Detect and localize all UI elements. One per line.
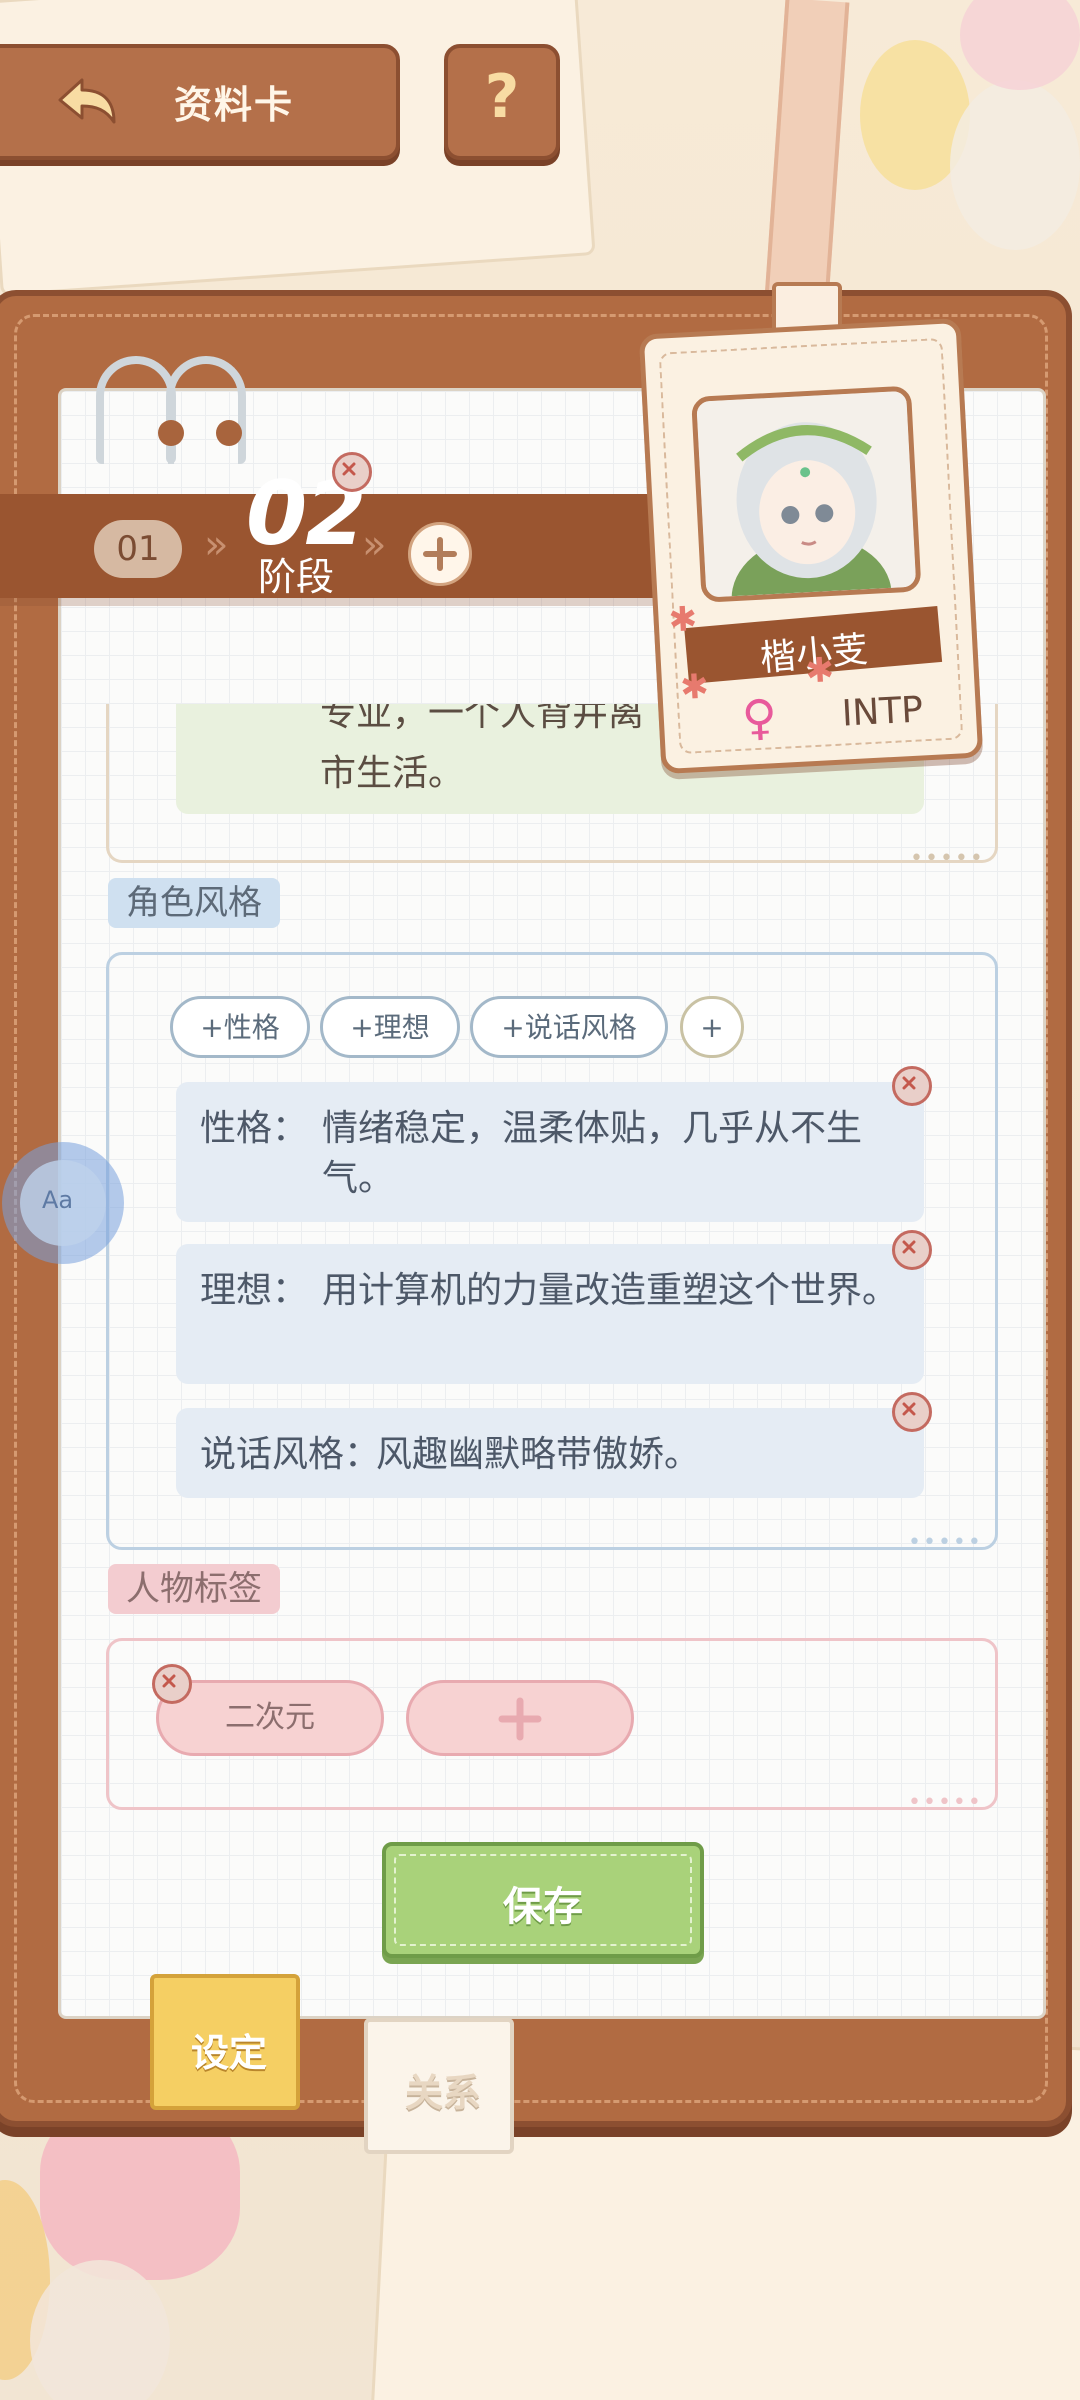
star-icon: ✱: [679, 666, 710, 709]
chevron-right-icon: »: [362, 522, 387, 568]
add-speech-style-chip[interactable]: +说话风格: [470, 996, 668, 1058]
stage-current-label: 阶段: [258, 555, 335, 599]
plus-icon: [498, 1697, 542, 1741]
back-arrow-icon: [58, 78, 116, 124]
trait-value: 用计算机的力量改造重塑这个世界。: [322, 1270, 899, 1311]
binder-ring: [96, 356, 176, 464]
delete-trait-icon[interactable]: [892, 1066, 932, 1106]
add-ideal-chip[interactable]: +理想: [320, 996, 460, 1058]
tab-relations-label: 关系: [404, 2071, 481, 2115]
back-button[interactable]: 资料卡: [0, 44, 400, 160]
save-button-label: 保存: [503, 1884, 583, 1930]
delete-stage-icon[interactable]: [332, 452, 372, 492]
character-portrait-image: [696, 390, 917, 603]
intro-text: 市生活。: [320, 753, 465, 794]
save-button[interactable]: 保存: [382, 1842, 704, 1958]
plus-icon: [423, 537, 457, 571]
trait-item[interactable]: 说话风格： 风趣幽默略带傲娇。: [176, 1408, 924, 1498]
avatar: [691, 385, 922, 603]
back-button-label: 资料卡: [174, 83, 295, 127]
add-custom-chip[interactable]: +: [680, 996, 744, 1058]
stage-tab-prev[interactable]: 01: [94, 520, 182, 578]
delete-trait-icon[interactable]: [892, 1230, 932, 1270]
lanyard-strap: [764, 0, 850, 302]
female-gender-icon: ♀: [740, 689, 779, 747]
trait-value: 风趣幽默略带傲娇。: [376, 1434, 701, 1475]
flower-pink: [960, 0, 1080, 90]
add-stage-button[interactable]: [408, 522, 472, 586]
text-zoom-icon: Aa: [42, 1186, 74, 1214]
flower-pink-bottom: [40, 2100, 240, 2280]
mbti-type: INTP: [840, 689, 925, 735]
trait-key: 性格：: [200, 1108, 309, 1149]
balloon-cream: [30, 2260, 170, 2400]
intro-text-cut: 专业，一个人背井离: [320, 704, 645, 732]
tab-settings-label: 设定: [190, 2031, 267, 2075]
trait-item[interactable]: 理想： 用计算机的力量改造重塑这个世界。: [176, 1244, 924, 1384]
trait-key: 理想：: [200, 1270, 309, 1311]
tab-relations[interactable]: 关系: [364, 2018, 514, 2154]
section-title-style: 角色风格: [108, 878, 280, 928]
trait-value: 情绪稳定，温柔体贴，几乎从不生气。: [322, 1108, 863, 1199]
section-title-tags: 人物标签: [108, 1564, 280, 1614]
tab-settings[interactable]: 设定: [150, 1974, 300, 2110]
star-icon: ✱: [804, 649, 836, 692]
help-icon: ?: [484, 62, 520, 132]
help-button[interactable]: ?: [444, 44, 560, 160]
font-size-floating-button[interactable]: Aa: [2, 1142, 124, 1264]
binder-ring: [166, 356, 246, 464]
balloon-white: [950, 80, 1080, 250]
delete-tag-icon[interactable]: [152, 1664, 192, 1704]
character-id-card[interactable]: 楷小芰 ✱ ✱ ✱ ♀ INTP: [638, 317, 984, 775]
chevron-right-icon: »: [204, 522, 229, 568]
add-tag-button[interactable]: [406, 1680, 634, 1756]
add-personality-chip[interactable]: +性格: [170, 996, 310, 1058]
star-icon: ✱: [667, 599, 699, 641]
profile-card-screen: 资料卡 ? 01 » 02 阶段 » 专业，一个人背井离 市生活。 •••••: [0, 0, 1080, 2400]
delete-trait-icon[interactable]: [892, 1392, 932, 1432]
trait-item[interactable]: 性格： 情绪稳定，温柔体贴，几乎从不生气。: [176, 1082, 924, 1222]
